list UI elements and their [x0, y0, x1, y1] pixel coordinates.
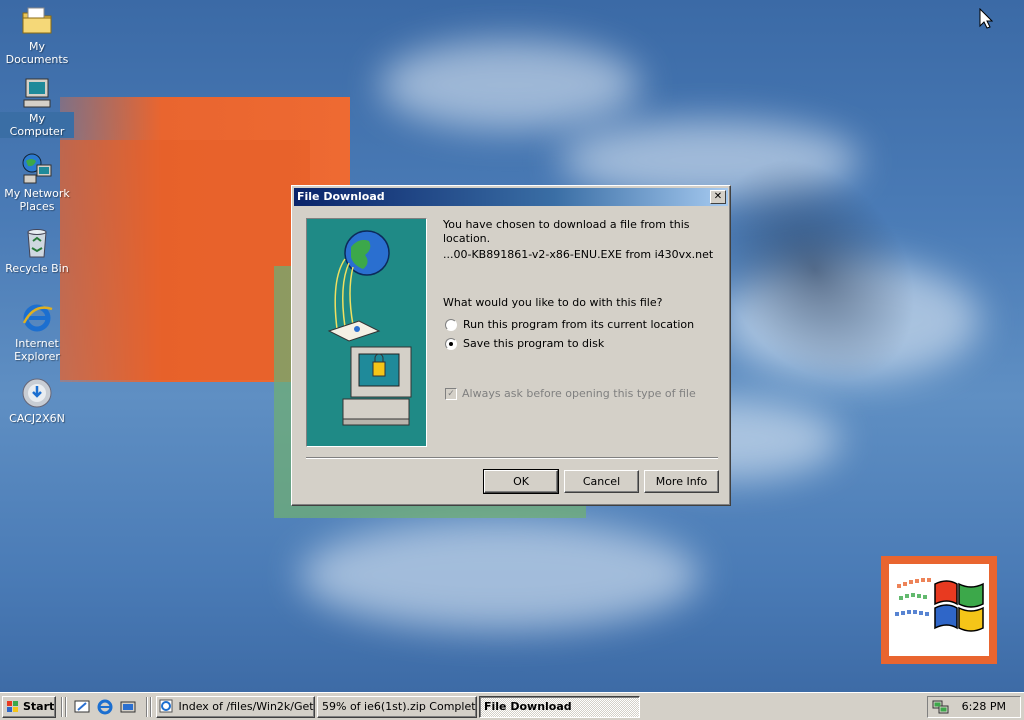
- file-download-dialog: File Download ✕ You have chosen to downl…: [291, 185, 731, 506]
- more-info-button[interactable]: More Info: [644, 470, 719, 493]
- desktop-icon-label-line2: Places: [19, 200, 55, 213]
- setup-icon: [20, 376, 54, 410]
- task-label: 59% of ie6(1st).zip Completed: [322, 700, 477, 713]
- ie-page-icon: [159, 699, 173, 713]
- show-desktop-icon[interactable]: [73, 698, 91, 716]
- radio-label: Run this program from its current locati…: [463, 318, 695, 331]
- system-tray: 6:28 PM: [927, 696, 1021, 718]
- desktop-icon-label: CACJ2X6N: [9, 412, 65, 425]
- recycle-bin-icon: [20, 226, 54, 260]
- desktop-icon-recycle-bin[interactable]: Recycle Bin: [0, 226, 74, 275]
- start-button[interactable]: Start: [2, 696, 56, 718]
- task-label: Index of /files/Win2k/Get ...: [178, 700, 315, 713]
- background-orange-block: [60, 140, 310, 380]
- background-cloud: [300, 520, 700, 630]
- network-icon: [20, 151, 54, 185]
- start-label: Start: [23, 700, 55, 713]
- outlook-express-icon[interactable]: [119, 698, 137, 716]
- taskbar-divider: [146, 697, 148, 717]
- folder-icon: [20, 4, 54, 38]
- checkbox: ✓: [445, 387, 457, 400]
- taskbar-task-index-of[interactable]: Index of /files/Win2k/Get ...: [156, 696, 315, 718]
- desktop-icon-label: Recycle Bin: [5, 262, 69, 275]
- radio-label: Save this program to disk: [463, 337, 605, 350]
- close-button[interactable]: ✕: [710, 190, 726, 204]
- always-ask-checkbox-row: ✓ Always ask before opening this type of…: [445, 387, 696, 400]
- checkbox-label: Always ask before opening this type of f…: [462, 387, 696, 400]
- desktop-icon-label: Internet: [15, 337, 59, 350]
- download-illustration: [306, 218, 427, 447]
- desktop-icon-my-documents[interactable]: My Documents: [0, 4, 74, 66]
- close-icon: ✕: [713, 191, 723, 202]
- desktop-icon-internet-explorer[interactable]: Internet Explorer: [0, 301, 74, 363]
- download-globe-computer-icon: [327, 230, 412, 426]
- taskbar-task-download-progress[interactable]: 59% of ie6(1st).zip Completed: [317, 696, 477, 718]
- task-label: File Download: [484, 700, 572, 713]
- windows-logo: [881, 556, 997, 664]
- desktop-icon-label: My Network: [4, 187, 70, 200]
- windows-flag-icon: [895, 578, 984, 632]
- radio-run-program[interactable]: Run this program from its current locati…: [445, 318, 694, 331]
- desktop-icon-my-computer[interactable]: My Computer: [0, 76, 74, 138]
- dialog-title: File Download: [297, 190, 385, 203]
- dialog-titlebar[interactable]: File Download ✕: [294, 188, 728, 206]
- ie-quicklaunch-icon[interactable]: [96, 698, 114, 716]
- ie-icon: [20, 301, 54, 335]
- mouse-cursor-icon: [979, 8, 993, 29]
- radio-button[interactable]: [445, 318, 457, 331]
- clock[interactable]: 6:28 PM: [962, 697, 1006, 717]
- taskbar-task-file-download[interactable]: File Download: [479, 696, 640, 718]
- dialog-question: What would you like to do with this file…: [443, 296, 663, 309]
- desktop-icon-cacj2x6n[interactable]: CACJ2X6N: [0, 376, 74, 425]
- taskbar: Start Index of /files/Win2k/Get ... 59% …: [0, 692, 1024, 720]
- desktop-icon-label: My Documents: [5, 40, 69, 66]
- radio-save-program[interactable]: Save this program to disk: [445, 337, 604, 350]
- desktop-icon-label: My Computer: [0, 112, 74, 138]
- windows-flag-icon: [7, 701, 18, 712]
- desktop-icon-label-line2: Explorer: [14, 350, 60, 363]
- taskbar-divider: [150, 697, 152, 717]
- dialog-message: You have chosen to download a file from …: [443, 218, 690, 245]
- radio-button[interactable]: [445, 337, 457, 350]
- network-tray-icon[interactable]: [932, 699, 950, 715]
- download-file-location: ...00-KB891861-v2-x86-ENU.EXE from i430v…: [443, 248, 714, 261]
- desktop-icon-my-network-places[interactable]: My Network Places: [0, 151, 74, 213]
- computer-icon: [20, 76, 54, 110]
- taskbar-divider: [61, 697, 63, 717]
- background-cloud: [380, 40, 640, 130]
- dialog-separator: [306, 457, 718, 459]
- taskbar-divider: [65, 697, 67, 717]
- cancel-button[interactable]: Cancel: [564, 470, 639, 493]
- ok-button[interactable]: OK: [483, 469, 559, 494]
